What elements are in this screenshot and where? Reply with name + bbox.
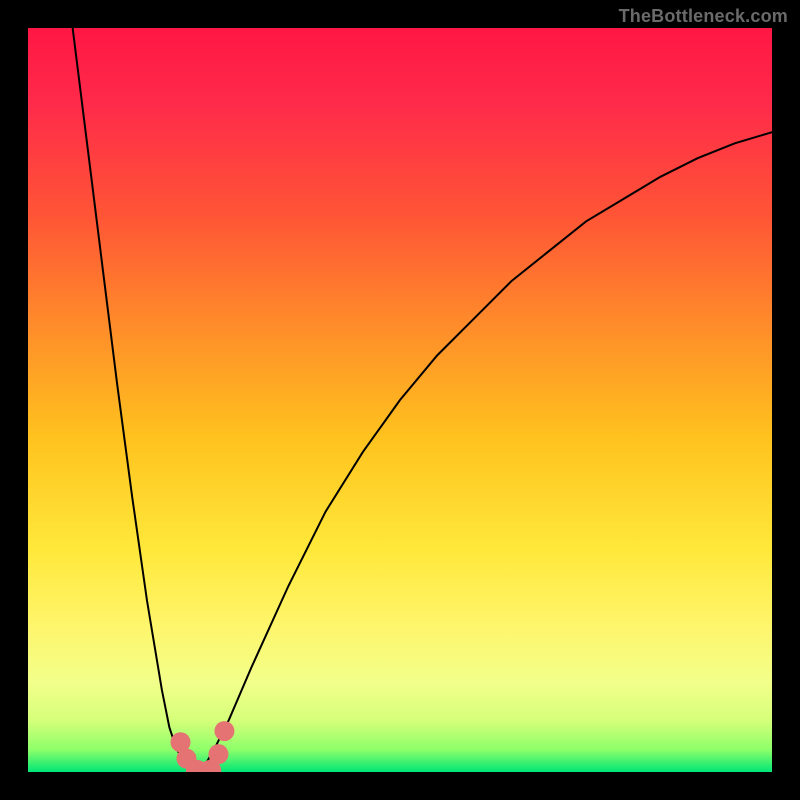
data-marker	[208, 744, 228, 764]
curve-right-branch	[199, 132, 772, 772]
chart-frame: TheBottleneck.com	[0, 0, 800, 800]
data-marker	[214, 721, 234, 741]
plot-area	[28, 28, 772, 772]
curve-left-branch	[73, 28, 199, 772]
markers-group	[171, 721, 235, 772]
watermark-text: TheBottleneck.com	[619, 6, 788, 27]
curves-layer	[28, 28, 772, 772]
